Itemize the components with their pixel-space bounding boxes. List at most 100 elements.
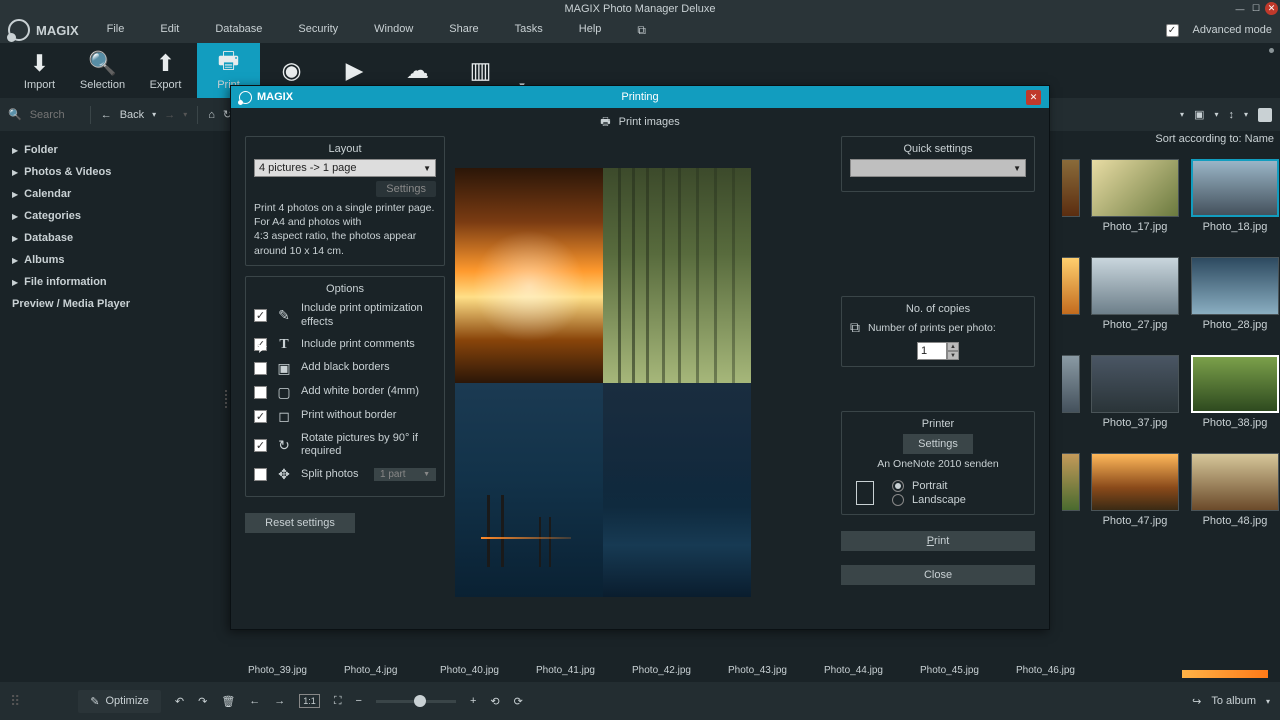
menu-help[interactable]: Help: [579, 23, 602, 38]
menu-database[interactable]: Database: [215, 23, 262, 38]
thumbnail[interactable]: Photo_38.jpg: [1190, 355, 1280, 429]
close-button[interactable]: Close: [841, 565, 1035, 585]
thumbnail[interactable]: Photo_48.jpg: [1190, 453, 1280, 527]
sidebar-item-preview[interactable]: Preview / Media Player: [0, 293, 230, 315]
checkbox-white-border[interactable]: [254, 386, 267, 399]
thumbnail[interactable]: Photo_47.jpg: [1090, 453, 1180, 527]
send-icon[interactable]: ↪: [1192, 695, 1201, 708]
to-album-label[interactable]: To album: [1211, 695, 1256, 707]
sidebar-item-calendar[interactable]: ▶Calendar: [0, 183, 230, 205]
checkbox-opt-effects[interactable]: ✓: [254, 309, 267, 322]
zoom-in-icon[interactable]: +: [470, 695, 476, 707]
checkbox-split[interactable]: [254, 468, 267, 481]
rotate-left-icon[interactable]: ⟲: [490, 695, 499, 708]
tab-print-images[interactable]: Print images: [619, 116, 680, 128]
sidebar-item-folder[interactable]: ▶Folder: [0, 139, 230, 161]
dialog-close-button[interactable]: ✕: [1026, 90, 1041, 105]
sidebar-item-photos-videos[interactable]: ▶Photos & Videos: [0, 161, 230, 183]
forward-arrow-icon[interactable]: →: [164, 109, 175, 121]
menu-file[interactable]: File: [107, 23, 125, 38]
maximize-button[interactable]: ☐: [1249, 2, 1263, 15]
back-arrow-icon[interactable]: ←: [101, 109, 112, 121]
checkbox-rotate[interactable]: ✓: [254, 439, 267, 452]
layout-dropdown[interactable]: ▾: [1214, 110, 1218, 119]
search-input[interactable]: [30, 109, 80, 121]
layout-icon[interactable]: ▣: [1194, 108, 1204, 121]
to-album-dropdown[interactable]: ▾: [1266, 697, 1270, 706]
thumbnail[interactable]: [1062, 453, 1080, 527]
sort-label[interactable]: Sort according to: Name: [1155, 133, 1274, 145]
spinner-up[interactable]: ▲: [947, 342, 959, 351]
layout-select[interactable]: 4 pictures -> 1 page▼: [254, 159, 436, 177]
search-icon[interactable]: 🔍: [8, 108, 22, 121]
thumbnail[interactable]: [1062, 257, 1080, 331]
delete-icon[interactable]: 🗑: [221, 695, 235, 708]
copies-spinner[interactable]: ▲▼: [917, 342, 959, 360]
back-dropdown[interactable]: ▾: [152, 110, 156, 119]
sidebar-item-label: Database: [24, 232, 73, 244]
fullscreen-icon[interactable]: ⛶: [334, 695, 342, 708]
options-title: Options: [254, 283, 436, 295]
thumbnail[interactable]: Photo_37.jpg: [1090, 355, 1180, 429]
panel-toggle-icon[interactable]: [1258, 108, 1272, 122]
thumbnail[interactable]: Photo_17.jpg: [1090, 159, 1180, 233]
radio-landscape[interactable]: [892, 494, 904, 506]
checkbox-no-border[interactable]: ✓: [254, 410, 267, 423]
thumbnail[interactable]: Photo_18.jpg: [1190, 159, 1280, 233]
thumbnail[interactable]: Photo_27.jpg: [1090, 257, 1180, 331]
splitter-handle[interactable]: [225, 390, 227, 408]
sort-icon[interactable]: ↕: [1228, 109, 1234, 121]
split-value: 1 part: [380, 469, 406, 480]
back-label[interactable]: Back: [120, 109, 144, 121]
zoom-slider[interactable]: [376, 700, 456, 703]
copies-input[interactable]: [917, 342, 947, 360]
tool-selection[interactable]: 🔍Selection: [71, 43, 134, 98]
thumbnail[interactable]: [1062, 159, 1080, 233]
dialog-title: Printing: [621, 91, 658, 103]
minimize-button[interactable]: —: [1233, 2, 1247, 15]
orientation-label: Portrait: [912, 480, 947, 492]
menu-edit[interactable]: Edit: [160, 23, 179, 38]
quick-settings-select[interactable]: ▼: [850, 159, 1026, 177]
close-button[interactable]: ✕: [1265, 2, 1278, 15]
checkbox-black-border[interactable]: [254, 362, 267, 375]
split-parts-select[interactable]: 1 part▼: [374, 468, 436, 481]
menu-extras-icon[interactable]: ⧉: [637, 23, 646, 38]
layout-settings-button[interactable]: Settings: [376, 181, 436, 197]
sidebar-item-database[interactable]: ▶Database: [0, 227, 230, 249]
menu-tasks[interactable]: Tasks: [515, 23, 543, 38]
chevron-right-icon: ▶: [12, 212, 18, 221]
tool-import[interactable]: ⬇Import: [8, 43, 71, 98]
next-icon[interactable]: →: [274, 695, 285, 707]
prev-icon[interactable]: ←: [249, 695, 260, 707]
menu-security[interactable]: Security: [298, 23, 338, 38]
checkbox-comments[interactable]: ✓: [254, 338, 267, 351]
undo-icon[interactable]: ↶: [175, 695, 184, 708]
thumbnail[interactable]: [1062, 355, 1080, 429]
thumbnail[interactable]: Photo_28.jpg: [1190, 257, 1280, 331]
sidebar-item-categories[interactable]: ▶Categories: [0, 205, 230, 227]
zoom-out-icon[interactable]: −: [356, 695, 362, 707]
grip-icon[interactable]: ⠿: [10, 693, 20, 710]
option-label: Rotate pictures by 90° if required: [301, 432, 436, 460]
sidebar-item-file-information[interactable]: ▶File information: [0, 271, 230, 293]
sidebar-item-albums[interactable]: ▶Albums: [0, 249, 230, 271]
menu-window[interactable]: Window: [374, 23, 413, 38]
spinner-down[interactable]: ▼: [947, 351, 959, 360]
radio-portrait[interactable]: [892, 480, 904, 492]
dialog-logo: MAGIX: [239, 91, 293, 104]
printer-settings-button[interactable]: Settings: [903, 434, 973, 454]
optimize-button[interactable]: ✎Optimize: [78, 690, 161, 713]
reset-settings-button[interactable]: Reset settings: [245, 513, 355, 533]
redo-icon[interactable]: ↷: [198, 695, 207, 708]
advanced-mode-checkbox[interactable]: ✓: [1166, 24, 1179, 37]
tool-export[interactable]: ⬆Export: [134, 43, 197, 98]
rotate-right-icon[interactable]: ⟳: [514, 695, 523, 708]
sort-dropdown[interactable]: ▾: [1244, 110, 1248, 119]
view-dropdown-1[interactable]: ▾: [1180, 110, 1184, 119]
home-icon[interactable]: ⌂: [208, 109, 215, 121]
fit-icon[interactable]: 1:1: [299, 694, 320, 708]
forward-dropdown[interactable]: ▾: [183, 110, 187, 119]
menu-share[interactable]: Share: [449, 23, 478, 38]
print-button[interactable]: Print: [841, 531, 1035, 551]
